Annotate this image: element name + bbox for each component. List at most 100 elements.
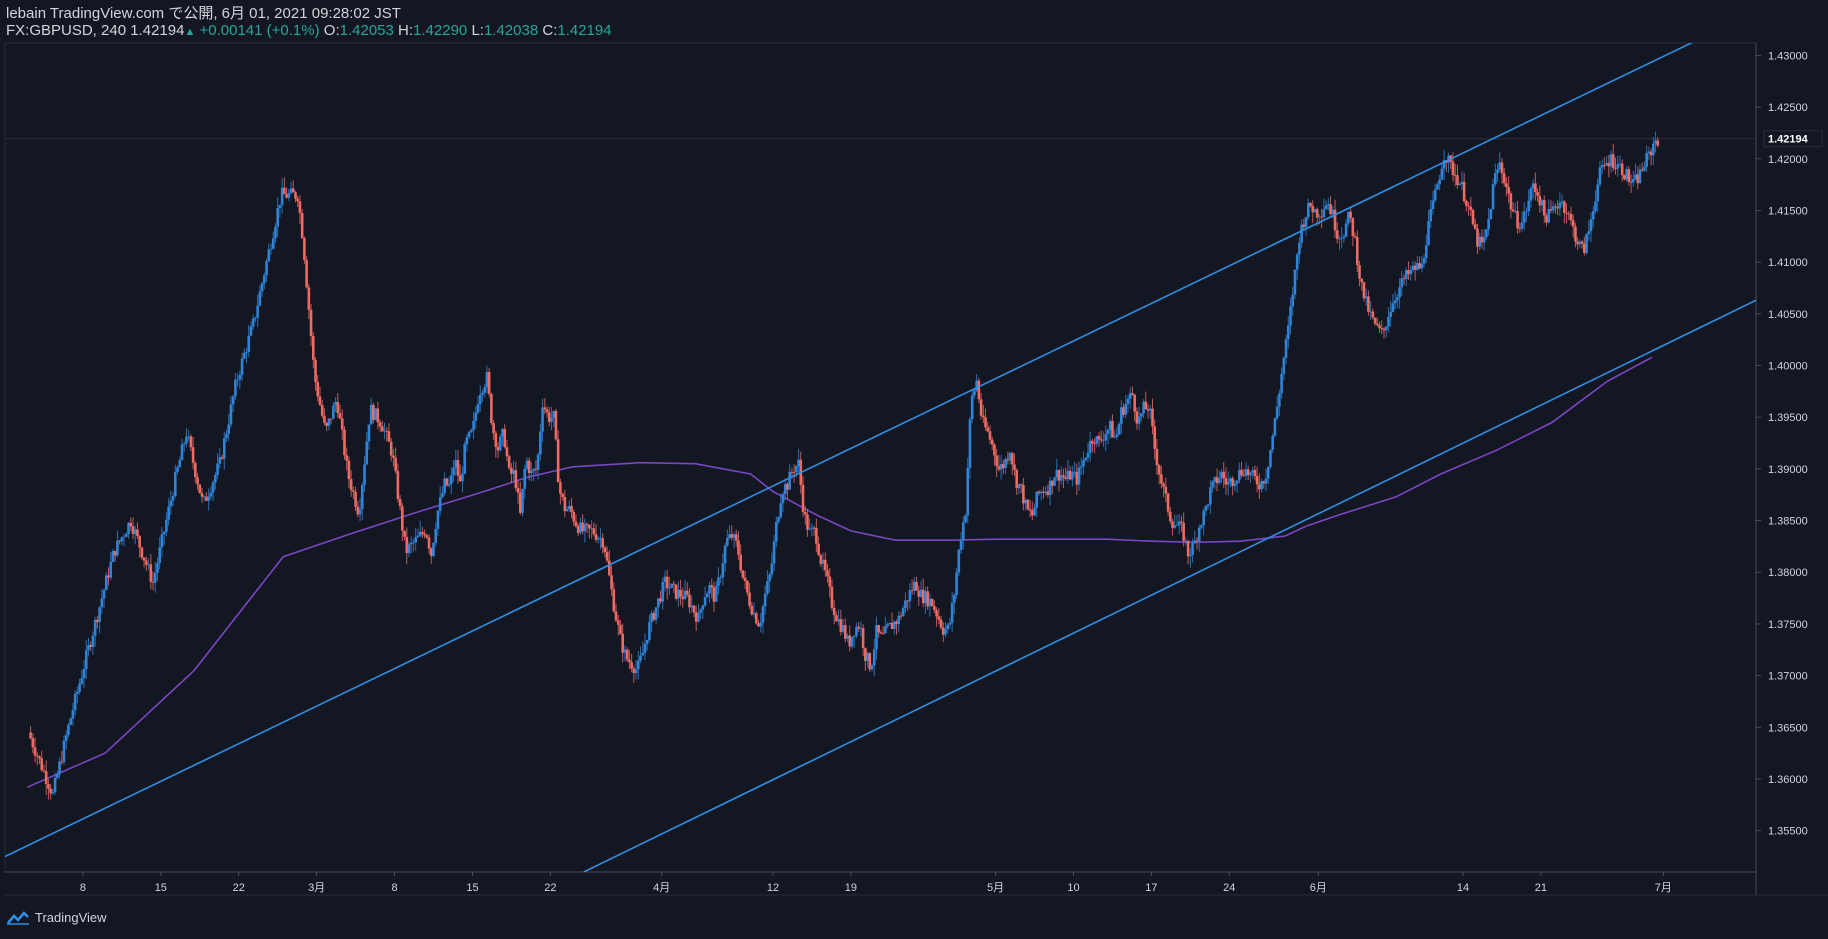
candle-body [819, 554, 823, 564]
candle-body [616, 620, 620, 625]
candle-body [133, 529, 137, 534]
candle-body [792, 472, 796, 474]
candle-body [1293, 269, 1297, 295]
price-tick-label: 1.39500 [1768, 412, 1808, 424]
candle-body [363, 464, 366, 485]
candle-body [414, 537, 417, 543]
time-tick-label: 17 [1145, 882, 1157, 894]
candle-body [1476, 228, 1479, 247]
candle-body [1315, 209, 1319, 218]
candle-body [138, 536, 141, 548]
candle-body [1507, 187, 1510, 194]
time-tick-label: 3月 [308, 882, 325, 894]
candle-body [1309, 202, 1312, 206]
time-tick-label: 15 [155, 882, 167, 894]
candle-body [826, 570, 829, 577]
candle-body [1527, 200, 1530, 212]
candle-body [579, 522, 582, 533]
candle-body [1549, 209, 1553, 211]
candle-body [53, 777, 57, 792]
candle-body [717, 577, 720, 586]
candle-body [1638, 169, 1642, 184]
candle-body [104, 575, 108, 590]
price-axis[interactable]: 1.43000 1.42500 1.42000 1.41500 1.41000 1.405… [1756, 50, 1823, 838]
candle-body [1529, 188, 1533, 201]
price-tick-label: 1.38500 [1768, 516, 1808, 528]
candle-body [1160, 474, 1163, 484]
candle-body [127, 522, 130, 535]
candle-body [581, 522, 584, 532]
candle-body [1389, 311, 1392, 317]
candle-body [291, 188, 295, 193]
candle-body [300, 213, 304, 239]
candle-body [1413, 265, 1417, 270]
candle-body [1551, 206, 1555, 211]
candle-body [256, 305, 259, 318]
candle-body [801, 484, 805, 513]
candle-body [432, 543, 435, 556]
candle-body [1545, 215, 1548, 223]
candle-body [450, 475, 453, 485]
candle-body [245, 352, 248, 353]
candle-body [323, 415, 326, 423]
candle-body [1482, 237, 1486, 243]
price-tick-label: 1.36000 [1768, 774, 1808, 786]
candle-body [692, 605, 696, 613]
candle-body [632, 668, 636, 674]
candle-body [1436, 184, 1439, 190]
candle-body [236, 379, 239, 381]
price-chart[interactable]: 1.43000 1.42500 1.42000 1.41500 1.41000 1.405… [0, 0, 1828, 939]
candle-body [674, 584, 678, 599]
candle-body [44, 771, 48, 785]
candle-body [194, 462, 197, 478]
candle-body [332, 405, 335, 419]
candle-body [1004, 459, 1007, 469]
candle-body [977, 380, 981, 400]
candle-body [198, 484, 202, 494]
candle-body [113, 550, 117, 556]
candle-body [741, 570, 745, 578]
candle-body [737, 540, 740, 555]
candle-body [318, 396, 322, 405]
candle-body [1082, 460, 1085, 467]
candle-body [1284, 339, 1288, 358]
candle-body [1079, 466, 1083, 468]
candle-body [588, 524, 591, 529]
candle-body [1173, 525, 1177, 528]
candle-body [1311, 205, 1315, 213]
candle-body [458, 475, 462, 482]
candle-body [1511, 209, 1515, 212]
channel-lines-layer[interactable] [5, 30, 1828, 872]
time-axis[interactable]: 8 15 22 3月 8 15 22 4月 12 19 5月 10 17 24 6月 14 21 7月 [80, 872, 1672, 894]
candle-body [1560, 201, 1564, 203]
candle-body [1491, 184, 1495, 209]
candle-body [694, 612, 698, 622]
candle-body [516, 488, 520, 493]
candle-body [454, 460, 458, 468]
candle-body [1224, 478, 1228, 485]
candle-body [1580, 241, 1584, 244]
footer-logo[interactable]: TradingView [6, 910, 107, 925]
candle-body [131, 526, 135, 534]
candle-body [389, 441, 393, 456]
candle-body [1168, 511, 1172, 522]
candle-body [294, 192, 297, 199]
candle-body [1505, 183, 1508, 188]
candle-body [1496, 169, 1499, 174]
candle-body [886, 624, 889, 627]
candle-body [705, 593, 709, 598]
candle-body [872, 649, 876, 666]
candle-body [808, 528, 811, 530]
candle-body [196, 477, 199, 485]
candle-body [748, 592, 751, 606]
candle-body [823, 559, 827, 571]
candle-body [40, 758, 44, 771]
candle-body [1589, 219, 1593, 232]
candle-body [162, 531, 166, 535]
candle-body [754, 613, 758, 624]
candle-body [242, 352, 246, 359]
candle-body [1591, 210, 1595, 220]
candle-body [1598, 167, 1602, 185]
candle-body [572, 512, 576, 522]
candle-body [82, 669, 86, 679]
